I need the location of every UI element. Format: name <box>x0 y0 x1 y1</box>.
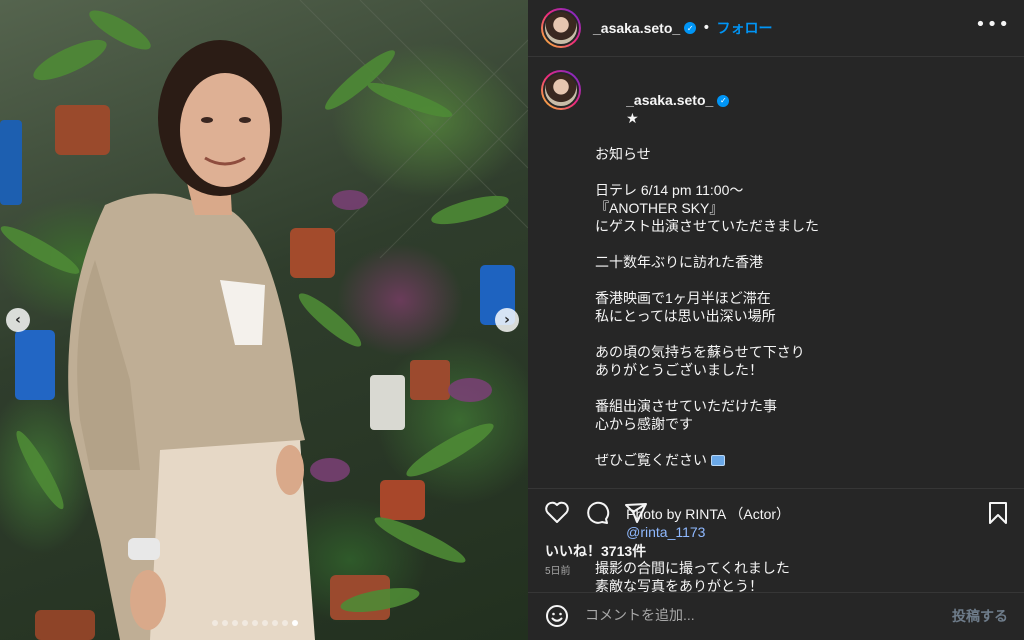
caption-line: 私にとっては思い出深い場所 <box>595 308 776 324</box>
caption-line: 『ANOTHER SKY』 <box>595 200 724 216</box>
caption-line: にゲスト出演させていただきました <box>595 218 819 234</box>
carousel-dot <box>262 620 268 626</box>
carousel-dot <box>282 620 288 626</box>
carousel-dot <box>292 620 298 626</box>
caption-line: ぜひご覧ください <box>595 451 819 469</box>
post-header: _asaka.seto_ ✓ • フォロー ••• <box>528 0 1024 56</box>
share-icon[interactable] <box>624 501 648 525</box>
carousel-dot <box>212 620 218 626</box>
action-bar <box>528 496 1024 532</box>
like-count[interactable]: いいね！3713件 <box>545 541 646 561</box>
carousel-indicator <box>212 620 298 626</box>
caption-line: 日テレ 6/14 pm 11:00〜 <box>595 182 744 198</box>
comment-input[interactable] <box>585 604 925 626</box>
carousel-dot <box>272 620 278 626</box>
caption-line: 撮影の合間に撮ってくれました <box>595 560 790 576</box>
caption-line <box>595 379 819 397</box>
carousel-prev-button[interactable]: ‹ <box>6 308 30 332</box>
follow-button[interactable]: フォロー <box>716 18 772 38</box>
avatar[interactable] <box>541 8 581 48</box>
caption-line: 番組出演させていただけた事 <box>595 398 777 414</box>
caption-line <box>595 163 819 181</box>
caption-line: ありがとうございました！ <box>595 362 763 378</box>
emoji-icon[interactable] <box>545 604 569 628</box>
carousel-next-button[interactable]: › <box>495 308 519 332</box>
caption-line <box>595 271 819 289</box>
photo-illustration <box>0 0 528 640</box>
caption-line: 二十数年ぶりに訪れた香港 <box>595 254 763 270</box>
heart-icon[interactable] <box>544 500 570 524</box>
comment-bar: 投稿する <box>528 592 1024 640</box>
verified-icon: ✓ <box>684 22 697 34</box>
carousel-dot <box>222 620 228 626</box>
post-comment-button[interactable]: 投稿する <box>952 606 1008 626</box>
verified-icon: ✓ <box>717 95 730 108</box>
caption-star: ★ <box>626 110 639 126</box>
separator: • <box>702 20 711 36</box>
carousel-dot <box>242 620 248 626</box>
caption-line: 香港映画で1ヶ月半ほど滞在 <box>595 290 771 306</box>
bookmark-icon[interactable] <box>988 501 1008 525</box>
caption-line: あの頃の気持ちを蘇らせて下さり <box>595 344 805 360</box>
carousel-dot <box>252 620 258 626</box>
avatar[interactable] <box>541 70 581 110</box>
comment-icon[interactable] <box>584 500 610 526</box>
caption-line: お知らせ <box>595 146 651 162</box>
post-detail-panel: _asaka.seto_ ✓ • フォロー ••• _asaka.seto_ ✓ … <box>528 0 1024 640</box>
more-icon[interactable]: ••• <box>975 14 1010 35</box>
caption-line <box>595 433 819 451</box>
username-link[interactable]: _asaka.seto_ <box>593 20 680 36</box>
caption-line: 心から感謝です <box>595 416 693 432</box>
caption-line <box>595 235 819 253</box>
post-photo[interactable]: ‹ › <box>0 0 528 640</box>
carousel-dot <box>232 620 238 626</box>
post-time[interactable]: 5日前 <box>545 562 571 577</box>
divider <box>528 56 1024 57</box>
caption-username-link[interactable]: _asaka.seto_ <box>626 92 713 108</box>
caption-line <box>595 325 819 343</box>
divider <box>528 488 1024 489</box>
tv-icon <box>710 455 725 466</box>
